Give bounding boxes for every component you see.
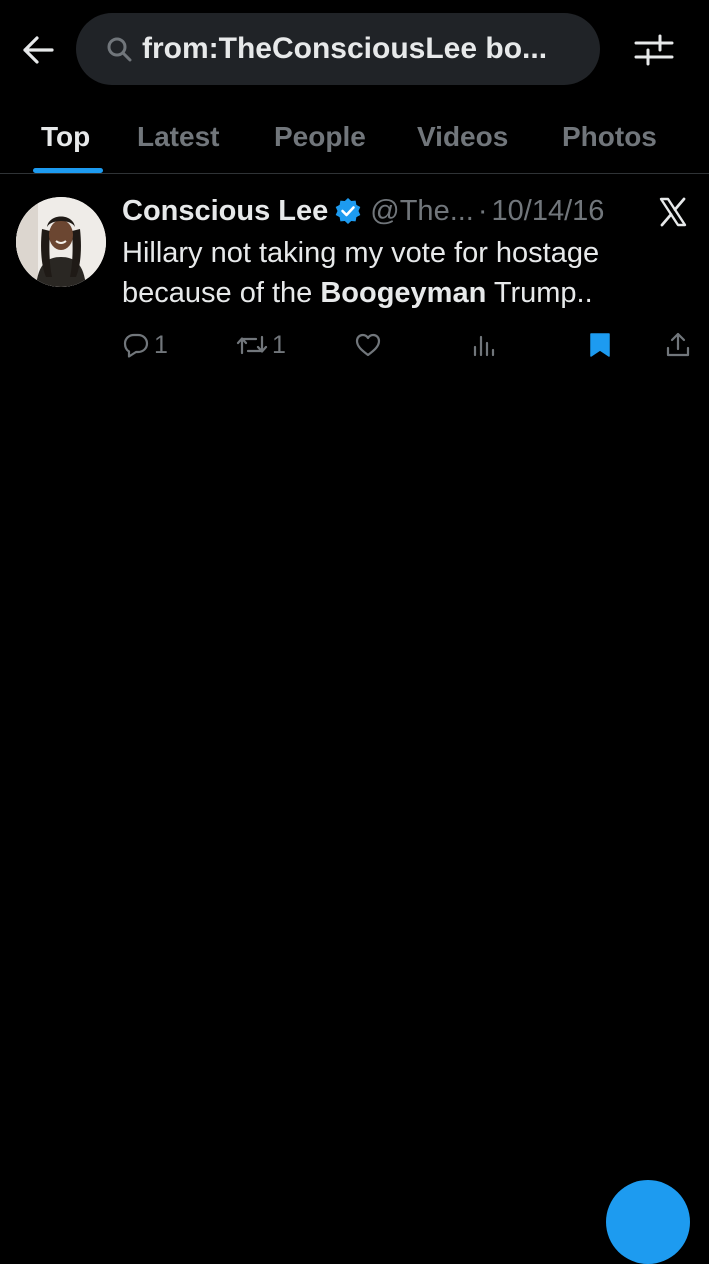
search-match-highlight: Boogeyman	[320, 277, 487, 309]
tab-videos[interactable]: Videos	[417, 100, 508, 173]
tab-label: Videos	[417, 120, 509, 152]
tweet-text: Hillary not taking my vote for hostage b…	[122, 233, 692, 313]
retweet-button[interactable]: 1	[236, 325, 286, 365]
compose-fab[interactable]	[606, 1180, 690, 1264]
verified-badge-icon	[334, 197, 362, 225]
back-button[interactable]	[18, 30, 58, 70]
user-handle[interactable]: @The...	[370, 195, 474, 228]
search-filter-button[interactable]	[630, 26, 678, 74]
x-logo-icon	[656, 195, 690, 229]
top-bar: from:TheConsciousLee bo...	[0, 0, 709, 100]
tab-label: Photos	[562, 120, 657, 152]
views-button[interactable]	[470, 325, 498, 365]
like-button[interactable]	[354, 325, 386, 365]
sliders-icon	[634, 34, 674, 66]
tweet-header: Conscious Lee @The... · 10/14/16	[122, 193, 604, 229]
tab-people[interactable]: People	[274, 100, 366, 173]
tweet-actions: 1 1	[0, 325, 709, 365]
tab-latest[interactable]: Latest	[137, 100, 219, 173]
tab-label: Latest	[137, 120, 220, 152]
tab-label: Top	[41, 120, 91, 152]
tweet-date[interactable]: 10/14/16	[492, 195, 605, 228]
tab-top[interactable]: Top	[41, 100, 90, 173]
display-name[interactable]: Conscious Lee	[122, 195, 328, 228]
active-tab-indicator	[33, 168, 103, 173]
search-query[interactable]: from:TheConsciousLee bo...	[142, 32, 547, 66]
tab-photos[interactable]: Photos	[562, 100, 657, 173]
retweet-count: 1	[272, 330, 286, 359]
reply-button[interactable]: 1	[122, 325, 168, 365]
heart-icon	[355, 333, 381, 357]
share-icon	[666, 332, 690, 357]
avatar[interactable]	[16, 197, 106, 287]
share-button[interactable]	[664, 325, 692, 365]
tweet-text-part: Trump..	[486, 277, 593, 309]
views-icon	[473, 335, 495, 357]
search-tabs: Top Latest People Videos Photos	[0, 100, 709, 174]
search-icon	[106, 36, 132, 62]
separator-dot: ·	[477, 194, 488, 227]
retweet-icon	[236, 335, 268, 355]
search-input[interactable]: from:TheConsciousLee bo...	[76, 13, 600, 85]
bookmark-icon	[590, 333, 610, 357]
reply-icon	[123, 333, 149, 358]
tweet[interactable]: Conscious Lee @The... · 10/14/16 Hillary…	[0, 175, 709, 375]
tab-label: People	[274, 120, 366, 152]
bookmark-button[interactable]	[586, 325, 614, 365]
reply-count: 1	[154, 330, 168, 359]
arrow-left-icon	[23, 36, 54, 64]
